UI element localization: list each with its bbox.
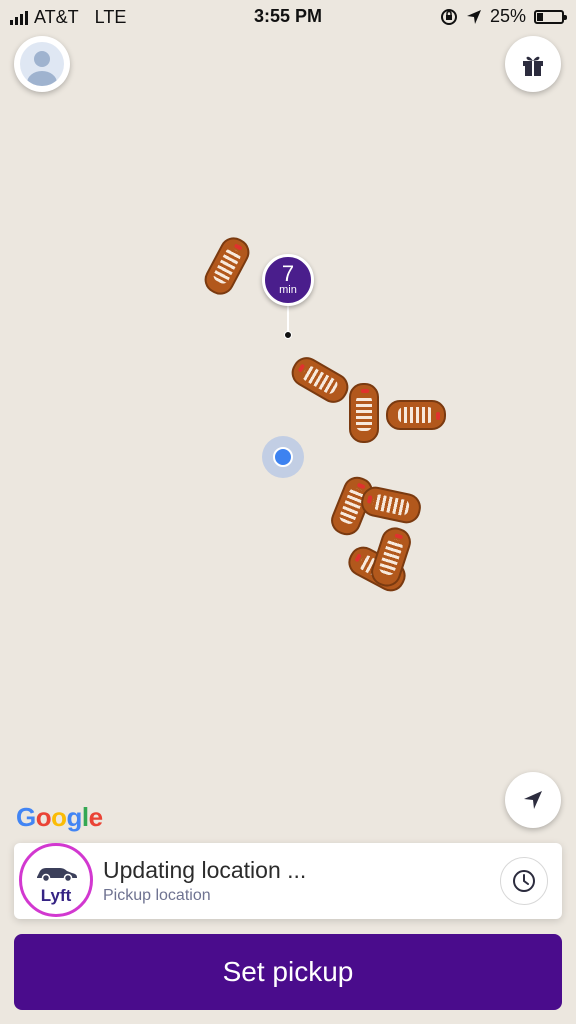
rotation-lock-icon bbox=[440, 8, 457, 25]
lyft-logo-badge: Lyft bbox=[19, 843, 93, 917]
user-location-dot bbox=[273, 447, 293, 467]
car-icon bbox=[37, 868, 77, 882]
google-logo-letter: o bbox=[51, 802, 67, 832]
car-marker-icon bbox=[349, 383, 379, 443]
eta-unit: min bbox=[279, 284, 297, 296]
gift-button[interactable] bbox=[505, 36, 561, 92]
set-pickup-button[interactable]: Set pickup bbox=[14, 934, 562, 1010]
google-logo-letter: o bbox=[35, 802, 52, 832]
profile-button[interactable] bbox=[14, 36, 70, 92]
recenter-button[interactable] bbox=[505, 772, 561, 828]
car-marker-icon bbox=[199, 232, 255, 300]
clock-icon bbox=[513, 870, 535, 892]
car-marker-icon bbox=[367, 523, 415, 591]
lyft-label: Lyft bbox=[40, 886, 72, 905]
schedule-button[interactable] bbox=[500, 857, 548, 905]
location-arrow-icon bbox=[524, 791, 542, 809]
eta-pin[interactable]: 7 min bbox=[262, 254, 314, 306]
profile-avatar-icon bbox=[20, 42, 64, 86]
pickup-location-card[interactable]: Lyft Updating location ... Pickup locati… bbox=[14, 843, 562, 919]
car-marker-icon bbox=[358, 484, 424, 526]
google-logo-letter: G bbox=[16, 802, 36, 832]
google-logo-letter: e bbox=[88, 802, 103, 832]
google-logo-letter: g bbox=[66, 802, 83, 832]
battery-percent: 25% bbox=[489, 6, 526, 26]
pickup-subtitle: Pickup location bbox=[103, 887, 211, 904]
car-marker-icon bbox=[386, 400, 446, 430]
google-logo: Google bbox=[16, 802, 103, 833]
google-logo-letter: l bbox=[81, 802, 89, 832]
status-bar: AT&T LTE 3:55 PM 25% bbox=[0, 0, 576, 34]
pickup-title: Updating location ... bbox=[103, 857, 307, 883]
car-marker-icon bbox=[286, 352, 354, 408]
pickup-point bbox=[284, 331, 292, 339]
eta-value: 7 bbox=[281, 261, 295, 286]
location-services-icon bbox=[466, 9, 481, 24]
battery-icon bbox=[534, 9, 567, 24]
gift-icon bbox=[523, 56, 543, 76]
